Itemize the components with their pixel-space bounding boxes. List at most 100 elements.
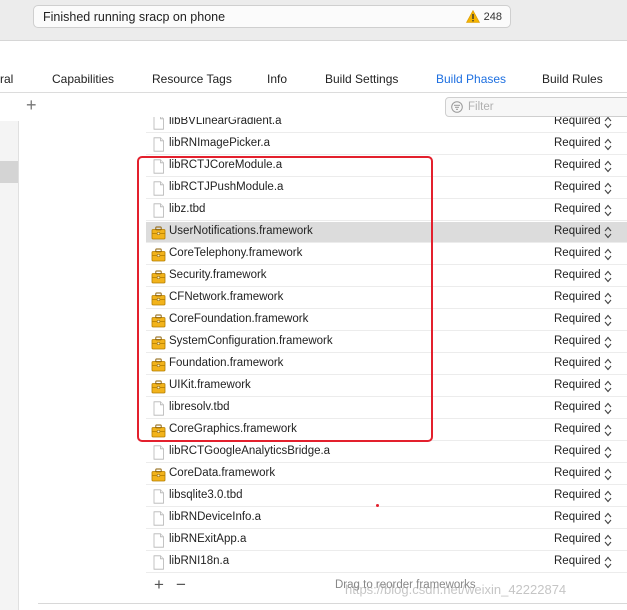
- table-row[interactable]: CoreData.framework Required: [146, 464, 627, 485]
- framework-name: libRCTJPushModule.a: [169, 181, 284, 193]
- framework-name: libRNDeviceInfo.a: [169, 511, 262, 523]
- table-row[interactable]: libBVLinearGradient.a Required: [146, 117, 627, 133]
- table-row[interactable]: libsqlite3.0.tbd Required: [146, 486, 627, 507]
- linkage-status[interactable]: Required: [554, 159, 601, 171]
- linkage-status[interactable]: Required: [554, 489, 601, 501]
- framework-icon: [151, 313, 166, 328]
- table-row[interactable]: libRNI18n.a Required: [146, 552, 627, 573]
- linkage-status[interactable]: Required: [554, 423, 601, 435]
- table-row[interactable]: libresolv.tbd Required: [146, 398, 627, 419]
- linkage-status[interactable]: Required: [554, 335, 601, 347]
- framework-name: CFNetwork.framework: [169, 291, 284, 303]
- table-row[interactable]: libRNImagePicker.a Required: [146, 134, 627, 155]
- status-popup-chevron-icon[interactable]: [604, 402, 612, 415]
- filter-icon: [451, 101, 463, 113]
- framework-icon: [151, 269, 166, 284]
- status-popup-chevron-icon[interactable]: [604, 160, 612, 173]
- linkage-status[interactable]: Required: [554, 533, 601, 545]
- tab-info[interactable]: Info: [267, 72, 287, 86]
- remove-framework-button[interactable]: −: [176, 575, 186, 595]
- linkage-status[interactable]: Required: [554, 137, 601, 149]
- status-popup-chevron-icon[interactable]: [604, 534, 612, 547]
- framework-icon: [151, 467, 166, 482]
- framework-name: CoreFoundation.framework: [169, 313, 309, 325]
- status-popup-chevron-icon[interactable]: [604, 512, 612, 525]
- activity-status-bar[interactable]: Finished running sracp on phone 248: [33, 5, 511, 28]
- linkage-status[interactable]: Required: [554, 555, 601, 567]
- linkage-status[interactable]: Required: [554, 467, 601, 479]
- linkage-status[interactable]: Required: [554, 225, 601, 237]
- status-popup-chevron-icon[interactable]: [604, 446, 612, 459]
- tab-build-rules[interactable]: Build Rules: [542, 72, 603, 86]
- framework-icon: [151, 357, 166, 372]
- linkage-status[interactable]: Required: [554, 511, 601, 523]
- file-icon: [151, 445, 166, 460]
- tab-build-settings[interactable]: Build Settings: [325, 72, 398, 86]
- add-phase-button[interactable]: +: [26, 95, 37, 115]
- linkage-status[interactable]: Required: [554, 313, 601, 325]
- status-popup-chevron-icon[interactable]: [604, 336, 612, 349]
- link-binary-with-libraries-list: libBVLinearGradient.a Required libRNImageP…: [146, 117, 627, 575]
- status-popup-chevron-icon[interactable]: [604, 292, 612, 305]
- navigator-selection[interactable]: [0, 161, 18, 183]
- filter-field[interactable]: Filter: [445, 97, 627, 117]
- framework-name: SystemConfiguration.framework: [169, 335, 333, 347]
- status-popup-chevron-icon[interactable]: [604, 204, 612, 217]
- table-row[interactable]: Foundation.framework Required: [146, 354, 627, 375]
- framework-name: Foundation.framework: [169, 357, 284, 369]
- status-popup-chevron-icon[interactable]: [604, 468, 612, 481]
- linkage-status[interactable]: Required: [554, 203, 601, 215]
- status-popup-chevron-icon[interactable]: [604, 424, 612, 437]
- status-popup-chevron-icon[interactable]: [604, 556, 612, 569]
- framework-name: Security.framework: [169, 269, 267, 281]
- table-row[interactable]: CFNetwork.framework Required: [146, 288, 627, 309]
- linkage-status[interactable]: Required: [554, 117, 601, 127]
- linkage-status[interactable]: Required: [554, 291, 601, 303]
- status-popup-chevron-icon[interactable]: [604, 182, 612, 195]
- linkage-status[interactable]: Required: [554, 445, 601, 457]
- framework-name: CoreTelephony.framework: [169, 247, 303, 259]
- table-row[interactable]: CoreFoundation.framework Required: [146, 310, 627, 331]
- status-popup-chevron-icon[interactable]: [604, 248, 612, 261]
- table-row[interactable]: UserNotifications.framework Required: [146, 222, 627, 243]
- table-row[interactable]: libRCTJCoreModule.a Required: [146, 156, 627, 177]
- table-row[interactable]: libRNExitApp.a Required: [146, 530, 627, 551]
- table-row[interactable]: libRCTGoogleAnalyticsBridge.a Required: [146, 442, 627, 463]
- status-popup-chevron-icon[interactable]: [604, 226, 612, 239]
- framework-name: CoreGraphics.framework: [169, 423, 297, 435]
- status-popup-chevron-icon[interactable]: [604, 270, 612, 283]
- tab-capabilities[interactable]: Capabilities: [52, 72, 114, 86]
- framework-name: libRNExitApp.a: [169, 533, 247, 545]
- linkage-status[interactable]: Required: [554, 269, 601, 281]
- file-icon: [151, 159, 166, 174]
- table-row[interactable]: libRNDeviceInfo.a Required: [146, 508, 627, 529]
- linkage-status[interactable]: Required: [554, 357, 601, 369]
- linkage-status[interactable]: Required: [554, 401, 601, 413]
- table-row[interactable]: Security.framework Required: [146, 266, 627, 287]
- status-popup-chevron-icon[interactable]: [604, 314, 612, 327]
- tab-resource-tags[interactable]: Resource Tags: [152, 72, 232, 86]
- file-icon: [151, 117, 166, 130]
- add-framework-button[interactable]: +: [154, 575, 164, 595]
- linkage-status[interactable]: Required: [554, 181, 601, 193]
- linkage-status[interactable]: Required: [554, 379, 601, 391]
- table-row[interactable]: libz.tbd Required: [146, 200, 627, 221]
- table-row[interactable]: CoreGraphics.framework Required: [146, 420, 627, 441]
- warning-indicator[interactable]: 248: [465, 10, 502, 23]
- file-icon: [151, 137, 166, 152]
- table-row[interactable]: UIKit.framework Required: [146, 376, 627, 397]
- status-popup-chevron-icon[interactable]: [604, 490, 612, 503]
- linkage-status[interactable]: Required: [554, 247, 601, 259]
- status-popup-chevron-icon[interactable]: [604, 380, 612, 393]
- tab-general[interactable]: ral: [0, 72, 13, 86]
- framework-icon: [151, 291, 166, 306]
- framework-name: libRCTGoogleAnalyticsBridge.a: [169, 445, 331, 457]
- status-popup-chevron-icon[interactable]: [604, 358, 612, 371]
- table-row[interactable]: libRCTJPushModule.a Required: [146, 178, 627, 199]
- tab-build-phases[interactable]: Build Phases: [436, 72, 506, 86]
- status-popup-chevron-icon[interactable]: [604, 117, 612, 129]
- status-popup-chevron-icon[interactable]: [604, 138, 612, 151]
- table-row[interactable]: SystemConfiguration.framework Required: [146, 332, 627, 353]
- table-row[interactable]: CoreTelephony.framework Required: [146, 244, 627, 265]
- framework-name: libz.tbd: [169, 203, 206, 215]
